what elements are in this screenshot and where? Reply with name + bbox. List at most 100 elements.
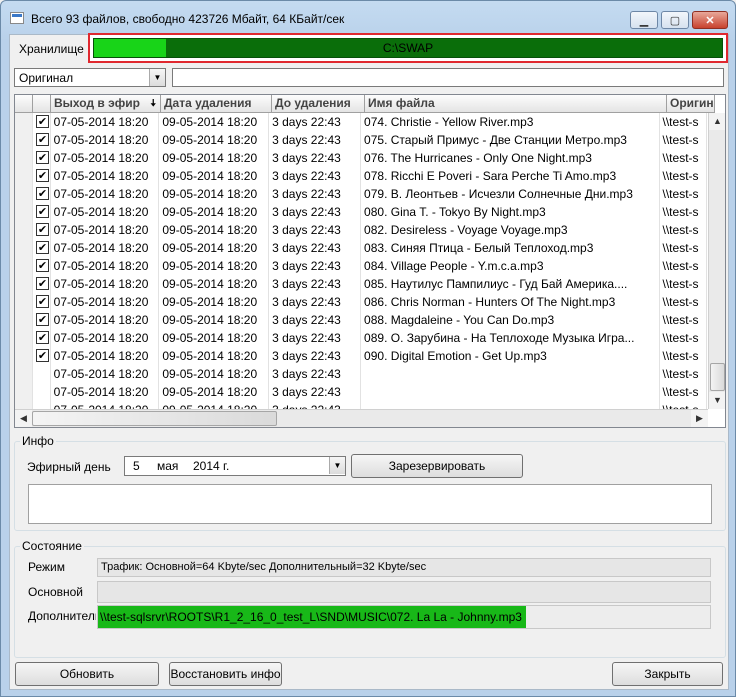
filter-text-input[interactable] (172, 68, 724, 87)
table-row[interactable]: 07-05-2014 18:2009-05-2014 18:203 days 2… (15, 329, 707, 347)
table-row[interactable]: 07-05-2014 18:2009-05-2014 18:203 days 2… (15, 185, 707, 203)
checkbox[interactable] (35, 311, 49, 329)
reserve-button[interactable]: Зарезервировать (351, 454, 523, 478)
chevron-down-icon[interactable]: ▼ (149, 69, 165, 86)
row-indicator[interactable] (15, 113, 33, 131)
horizontal-scroll-thumb[interactable] (32, 411, 277, 426)
row-checkbox-cell[interactable] (33, 347, 51, 365)
checkbox[interactable] (35, 257, 49, 275)
checkbox[interactable] (35, 131, 49, 149)
row-indicator[interactable] (15, 311, 33, 329)
row-indicator[interactable] (15, 221, 33, 239)
row-checkbox-cell[interactable] (33, 131, 51, 149)
checkbox[interactable] (35, 149, 49, 167)
checkbox[interactable] (35, 239, 49, 257)
table-row[interactable]: 07-05-2014 18:2009-05-2014 18:203 days 2… (15, 383, 707, 401)
table-row[interactable]: 07-05-2014 18:2009-05-2014 18:203 days 2… (15, 221, 707, 239)
column-header-air-time[interactable]: Выход в эфир 🠇 (51, 95, 161, 113)
horizontal-scrollbar[interactable]: ◀ ▶ (15, 409, 708, 427)
minimize-button[interactable]: ▁ (630, 11, 658, 29)
checkbox-header[interactable] (33, 95, 51, 113)
table-row[interactable]: 07-05-2014 18:2009-05-2014 18:203 days 2… (15, 365, 707, 383)
cell-file-name: 078. Ricchi E Poveri - Sara Perche Ti Am… (361, 167, 660, 185)
cell-air-time: 07-05-2014 18:20 (51, 167, 160, 185)
row-checkbox-cell[interactable] (33, 275, 51, 293)
info-group: Инфо Эфирный день 5 мая 2014 г. ▼ Зарезе… (14, 434, 726, 531)
row-checkbox-cell[interactable] (33, 329, 51, 347)
row-indicator[interactable] (15, 275, 33, 293)
checkbox[interactable] (35, 293, 49, 311)
row-checkbox-cell[interactable] (33, 167, 51, 185)
row-indicator[interactable] (15, 239, 33, 257)
column-header-time-left[interactable]: До удаления (272, 95, 365, 113)
table-row[interactable]: 07-05-2014 18:2009-05-2014 18:203 days 2… (15, 239, 707, 257)
checkbox[interactable] (35, 221, 49, 239)
table-row[interactable]: 07-05-2014 18:2009-05-2014 18:203 days 2… (15, 257, 707, 275)
vertical-scroll-thumb[interactable] (710, 363, 725, 391)
scroll-right-icon[interactable]: ▶ (691, 410, 708, 427)
row-checkbox-cell[interactable] (33, 293, 51, 311)
checkbox[interactable] (35, 275, 49, 293)
row-checkbox-cell[interactable] (33, 239, 51, 257)
cell-file-name: 090. Digital Emotion - Get Up.mp3 (361, 347, 660, 365)
row-checkbox-cell[interactable] (33, 311, 51, 329)
chevron-down-icon[interactable]: ▼ (329, 457, 345, 474)
table-row[interactable]: 07-05-2014 18:2009-05-2014 18:203 days 2… (15, 149, 707, 167)
air-day-date-picker[interactable]: 5 мая 2014 г. ▼ (124, 456, 346, 476)
table-row[interactable]: 07-05-2014 18:2009-05-2014 18:203 days 2… (15, 167, 707, 185)
cell-original: \\test-s (660, 383, 707, 401)
refresh-button[interactable]: Обновить (15, 662, 159, 686)
row-checkbox-cell[interactable] (33, 257, 51, 275)
cell-time-left: 3 days 22:43 (269, 221, 362, 239)
row-checkbox-cell[interactable] (33, 113, 51, 131)
table-row[interactable]: 07-05-2014 18:2009-05-2014 18:203 days 2… (15, 131, 707, 149)
scroll-left-icon[interactable]: ◀ (15, 410, 32, 427)
row-indicator[interactable] (15, 347, 33, 365)
scroll-down-icon[interactable]: ▼ (709, 392, 725, 409)
maximize-button[interactable]: ▢ (661, 11, 689, 29)
checkbox[interactable] (35, 329, 49, 347)
checkbox[interactable] (35, 347, 49, 365)
row-indicator[interactable] (15, 257, 33, 275)
row-indicator[interactable] (15, 131, 33, 149)
column-header-original[interactable]: Оригин (667, 95, 715, 113)
row-indicator[interactable] (15, 293, 33, 311)
row-indicator[interactable] (15, 185, 33, 203)
row-checkbox-cell[interactable] (33, 185, 51, 203)
table-row[interactable]: 07-05-2014 18:2009-05-2014 18:203 days 2… (15, 347, 707, 365)
restore-info-button[interactable]: Восстановить инфо (169, 662, 282, 686)
row-checkbox-cell[interactable] (33, 365, 51, 383)
column-header-file-name[interactable]: Имя файла (365, 95, 667, 113)
checkbox[interactable] (35, 167, 49, 185)
row-indicator[interactable] (15, 203, 33, 221)
row-indicator[interactable] (15, 167, 33, 185)
checkbox[interactable] (35, 203, 49, 221)
table-row[interactable]: 07-05-2014 18:2009-05-2014 18:203 days 2… (15, 293, 707, 311)
row-indicator[interactable] (15, 383, 33, 401)
row-checkbox-cell[interactable] (33, 149, 51, 167)
close-button[interactable]: Закрыть (612, 662, 723, 686)
checkbox[interactable] (35, 185, 49, 203)
column-header-delete-date[interactable]: Дата удаления (161, 95, 272, 113)
title-bar[interactable]: Всего 93 файлов, свободно 423726 Мбайт, … (1, 1, 735, 35)
cell-air-time: 07-05-2014 18:20 (51, 329, 160, 347)
grid-header: Выход в эфир 🠇 Дата удаления До удаления … (15, 95, 715, 113)
table-row[interactable]: 07-05-2014 18:2009-05-2014 18:203 days 2… (15, 275, 707, 293)
row-checkbox-cell[interactable] (33, 383, 51, 401)
row-indicator[interactable] (15, 365, 33, 383)
cell-file-name: 084. Village People - Y.m.c.a.mp3 (361, 257, 660, 275)
vertical-scrollbar[interactable]: ▲ ▼ (708, 113, 725, 409)
table-row[interactable]: 07-05-2014 18:2009-05-2014 18:203 days 2… (15, 203, 707, 221)
table-row[interactable]: 07-05-2014 18:2009-05-2014 18:203 days 2… (15, 311, 707, 329)
row-indicator[interactable] (15, 149, 33, 167)
filter-select[interactable]: Оригинал ▼ (14, 68, 166, 87)
close-window-button[interactable]: ✕ (692, 11, 728, 29)
row-checkbox-cell[interactable] (33, 203, 51, 221)
scroll-up-icon[interactable]: ▲ (709, 113, 725, 130)
row-indicator[interactable] (15, 329, 33, 347)
table-row[interactable]: 07-05-2014 18:2009-05-2014 18:203 days 2… (15, 113, 707, 131)
info-memo[interactable] (28, 484, 712, 524)
checkbox[interactable] (35, 113, 49, 131)
cell-delete-date: 09-05-2014 18:20 (159, 293, 270, 311)
row-checkbox-cell[interactable] (33, 221, 51, 239)
